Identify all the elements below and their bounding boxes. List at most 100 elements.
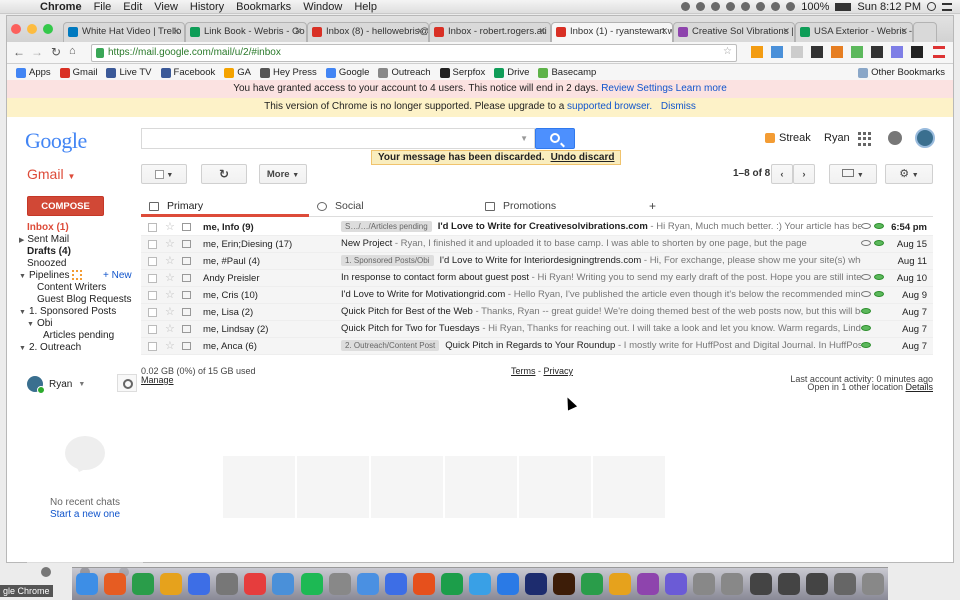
close-tab-icon[interactable]: ✕ xyxy=(538,26,546,37)
dock-app-icon[interactable] xyxy=(132,573,155,595)
bookmark-live-tv[interactable]: Live TV xyxy=(106,67,152,78)
tab-social[interactable]: Social xyxy=(309,197,477,217)
opened-eye-icon[interactable] xyxy=(861,325,871,331)
clock[interactable]: Sun 8:12 PM xyxy=(857,1,921,13)
row-checkbox[interactable] xyxy=(148,325,157,334)
row-checkbox[interactable] xyxy=(148,274,157,283)
opened-eye-icon[interactable] xyxy=(874,274,884,280)
dock-app-icon[interactable] xyxy=(328,573,351,595)
zoom-window-button[interactable] xyxy=(43,24,53,34)
learn-more-link[interactable]: Learn more xyxy=(676,83,727,94)
older-button[interactable]: › xyxy=(793,164,815,184)
close-tab-icon[interactable]: ✕ xyxy=(660,26,668,37)
tracking-eye-icon[interactable] xyxy=(861,291,871,297)
tray-icon[interactable] xyxy=(726,2,736,11)
new-tab-button[interactable] xyxy=(913,22,937,42)
chat-user[interactable]: Ryan ▼ xyxy=(27,376,85,394)
browser-tab[interactable]: Inbox - robert.rogers.ati ✕ xyxy=(429,22,551,42)
dropbox-icon[interactable] xyxy=(711,2,721,11)
tracking-eye-icon[interactable] xyxy=(861,223,871,229)
browser-tab[interactable]: White Hat Video | Trello ✕ xyxy=(63,22,185,42)
dock-app-icon[interactable] xyxy=(665,573,688,595)
bookmark-google[interactable]: Google xyxy=(325,67,369,78)
dock-app-icon[interactable] xyxy=(244,573,267,595)
forward-icon[interactable]: → xyxy=(31,45,43,59)
email-label-chip[interactable]: 2. Outreach/Content Post xyxy=(341,340,440,351)
nav-sent-mail[interactable]: ▶ Sent Mail xyxy=(19,234,69,245)
user-name[interactable]: Ryan xyxy=(824,132,850,144)
chrome-menu-icon[interactable] xyxy=(933,46,945,58)
importance-marker-icon[interactable] xyxy=(182,291,191,299)
dock-app-icon[interactable] xyxy=(861,573,884,595)
reload-icon[interactable]: ↻ xyxy=(51,45,61,59)
back-icon[interactable]: ← xyxy=(13,45,25,59)
nav-obi[interactable]: ▼ Obi xyxy=(27,318,53,329)
nav-pipelines[interactable]: ▼ Pipelines xyxy=(19,270,83,281)
bookmark-hey-press[interactable]: Hey Press xyxy=(259,67,317,78)
email-row[interactable]: ☆ me, Erin;Diesing (17) New Project - Ryan… xyxy=(141,236,933,253)
dock-app-icon[interactable] xyxy=(356,573,379,595)
menu-history[interactable]: History xyxy=(190,1,224,13)
close-tab-icon[interactable]: ✕ xyxy=(782,26,790,37)
dock-app-icon[interactable] xyxy=(525,573,547,595)
collapse-triangle-icon[interactable]: ▼ xyxy=(27,321,34,328)
extension-icon[interactable] xyxy=(791,46,803,58)
review-settings-link[interactable]: Review Settings xyxy=(601,83,673,94)
email-row[interactable]: ☆ me, Cris (10) I'd Love to Write for Moti… xyxy=(141,287,933,304)
terms-link[interactable]: Terms xyxy=(511,366,536,376)
close-tab-icon[interactable]: ✕ xyxy=(416,26,424,37)
menu-help[interactable]: Help xyxy=(354,1,377,13)
dock-app-icon[interactable] xyxy=(637,573,660,595)
nav-inbox[interactable]: Inbox (1) xyxy=(27,222,69,233)
dock-app-icon[interactable] xyxy=(384,573,407,595)
dock-app-icon[interactable] xyxy=(468,573,491,595)
close-tab-icon[interactable]: ✕ xyxy=(172,26,180,37)
dock-app-icon[interactable] xyxy=(496,573,519,595)
dock-app-icon[interactable] xyxy=(300,573,323,595)
search-options-icon[interactable]: ▼ xyxy=(520,134,528,143)
wifi-icon[interactable] xyxy=(771,2,781,11)
extension-icon[interactable] xyxy=(751,46,763,58)
collapse-triangle-icon[interactable]: ▼ xyxy=(19,345,26,352)
star-icon[interactable]: ☆ xyxy=(165,288,175,301)
opened-eye-icon[interactable] xyxy=(861,308,871,314)
star-icon[interactable]: ☆ xyxy=(165,254,175,267)
nav-articles-pending[interactable]: Articles pending xyxy=(43,330,114,341)
dock-app-icon[interactable] xyxy=(553,573,576,595)
split-pane-button[interactable]: ▼ xyxy=(829,164,877,184)
star-icon[interactable]: ☆ xyxy=(165,271,175,284)
email-row[interactable]: ☆ me, Anca (6) 2. Outreach/Content Post Qui… xyxy=(141,338,933,355)
browser-tab[interactable]: USA Exterior - Webris - ✕ xyxy=(795,22,913,42)
battery-icon[interactable] xyxy=(835,2,852,11)
email-row[interactable]: ☆ Andy Preisler In response to contact for… xyxy=(141,270,933,287)
dock-app-icon[interactable] xyxy=(216,573,239,595)
close-tab-icon[interactable]: ✕ xyxy=(294,26,302,37)
row-checkbox[interactable] xyxy=(148,342,157,351)
dismiss-link[interactable]: Dismiss xyxy=(661,101,696,112)
volume-icon[interactable] xyxy=(786,2,796,11)
dock-app-icon[interactable] xyxy=(721,573,744,595)
notification-center-icon[interactable] xyxy=(942,2,952,11)
email-label-chip[interactable]: S…/…/Articles pending xyxy=(341,221,432,232)
manage-link[interactable]: Manage xyxy=(141,375,174,385)
dock-app-icon[interactable] xyxy=(104,573,127,595)
star-icon[interactable]: ☆ xyxy=(165,220,175,233)
address-bar[interactable]: https://mail.google.com/mail/u/2/#inbox … xyxy=(91,44,737,62)
email-row[interactable]: ☆ me, Info (9) S…/…/Articles pending I'd Lo… xyxy=(141,219,933,236)
extension-icon[interactable] xyxy=(911,46,923,58)
notifications-icon[interactable] xyxy=(888,131,902,145)
collapse-triangle-icon[interactable]: ▼ xyxy=(19,273,26,280)
dock-app-icon[interactable] xyxy=(440,573,463,595)
nav-guest-blog-requests[interactable]: Guest Blog Requests xyxy=(37,294,132,305)
tab-promotions[interactable]: Promotions xyxy=(477,197,645,217)
email-row[interactable]: ☆ me, Lisa (2) Quick Pitch for Best of the… xyxy=(141,304,933,321)
bookmark-apps[interactable]: Apps xyxy=(16,67,51,78)
close-tab-icon[interactable]: ✕ xyxy=(900,26,908,37)
search-input[interactable]: ▼ xyxy=(141,128,535,149)
bookmark-serpfox[interactable]: Serpfox xyxy=(439,67,485,78)
bookmark-gmail[interactable]: Gmail xyxy=(59,67,97,78)
email-row[interactable]: ☆ me, #Paul (4) 1. Sponsored Posts/Obi I'd … xyxy=(141,253,933,270)
star-icon[interactable]: ☆ xyxy=(165,339,175,352)
menu-window[interactable]: Window xyxy=(303,1,342,13)
tray-icon[interactable] xyxy=(696,2,706,11)
